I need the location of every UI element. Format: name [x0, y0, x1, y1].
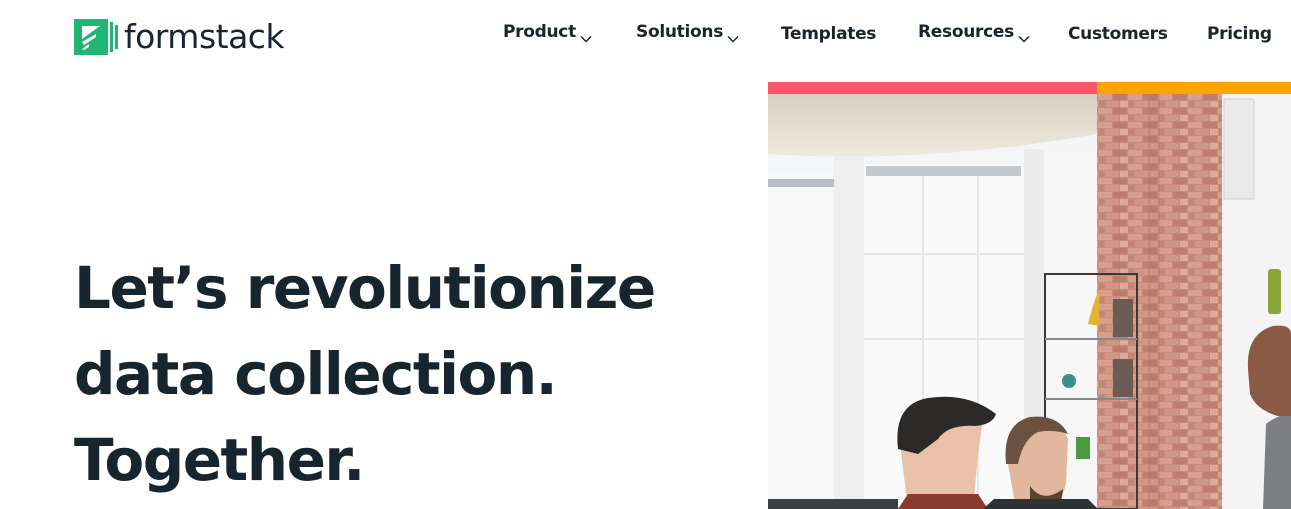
hero-headline-line-3: Together.: [74, 426, 365, 494]
nav-item-solutions[interactable]: Solutions: [636, 22, 739, 43]
chevron-down-icon: [1018, 28, 1030, 43]
nav-item-templates[interactable]: Templates: [781, 24, 876, 44]
accent-bar-red: [768, 82, 1097, 94]
nav-item-pricing[interactable]: Pricing: [1207, 24, 1272, 44]
nav-item-label: Pricing: [1207, 24, 1272, 44]
main-nav: Product Solutions Templates Resources Cu…: [0, 22, 1291, 52]
accent-bar-orange: [1097, 82, 1291, 94]
hero-headline: Let’s revolutionize data collection. Tog…: [74, 245, 656, 503]
chevron-down-icon: [580, 28, 592, 43]
nav-item-label: Templates: [781, 24, 877, 44]
nav-item-label: Solutions: [636, 22, 724, 42]
nav-item-product[interactable]: Product: [503, 22, 592, 43]
hero-media: [768, 82, 1291, 509]
nav-item-label: Resources: [918, 22, 1014, 42]
site-header: formstack Product Solutions Templates Re…: [0, 0, 1291, 75]
hero-photo: [768, 94, 1291, 509]
hero-headline-line-1: Let’s revolutionize: [74, 254, 656, 322]
chevron-down-icon: [727, 28, 739, 43]
nav-item-customers[interactable]: Customers: [1068, 24, 1168, 44]
nav-item-label: Product: [503, 22, 576, 42]
nav-item-label: Customers: [1068, 24, 1168, 44]
hero-headline-line-2: data collection.: [74, 340, 558, 408]
nav-item-resources[interactable]: Resources: [918, 22, 1030, 43]
